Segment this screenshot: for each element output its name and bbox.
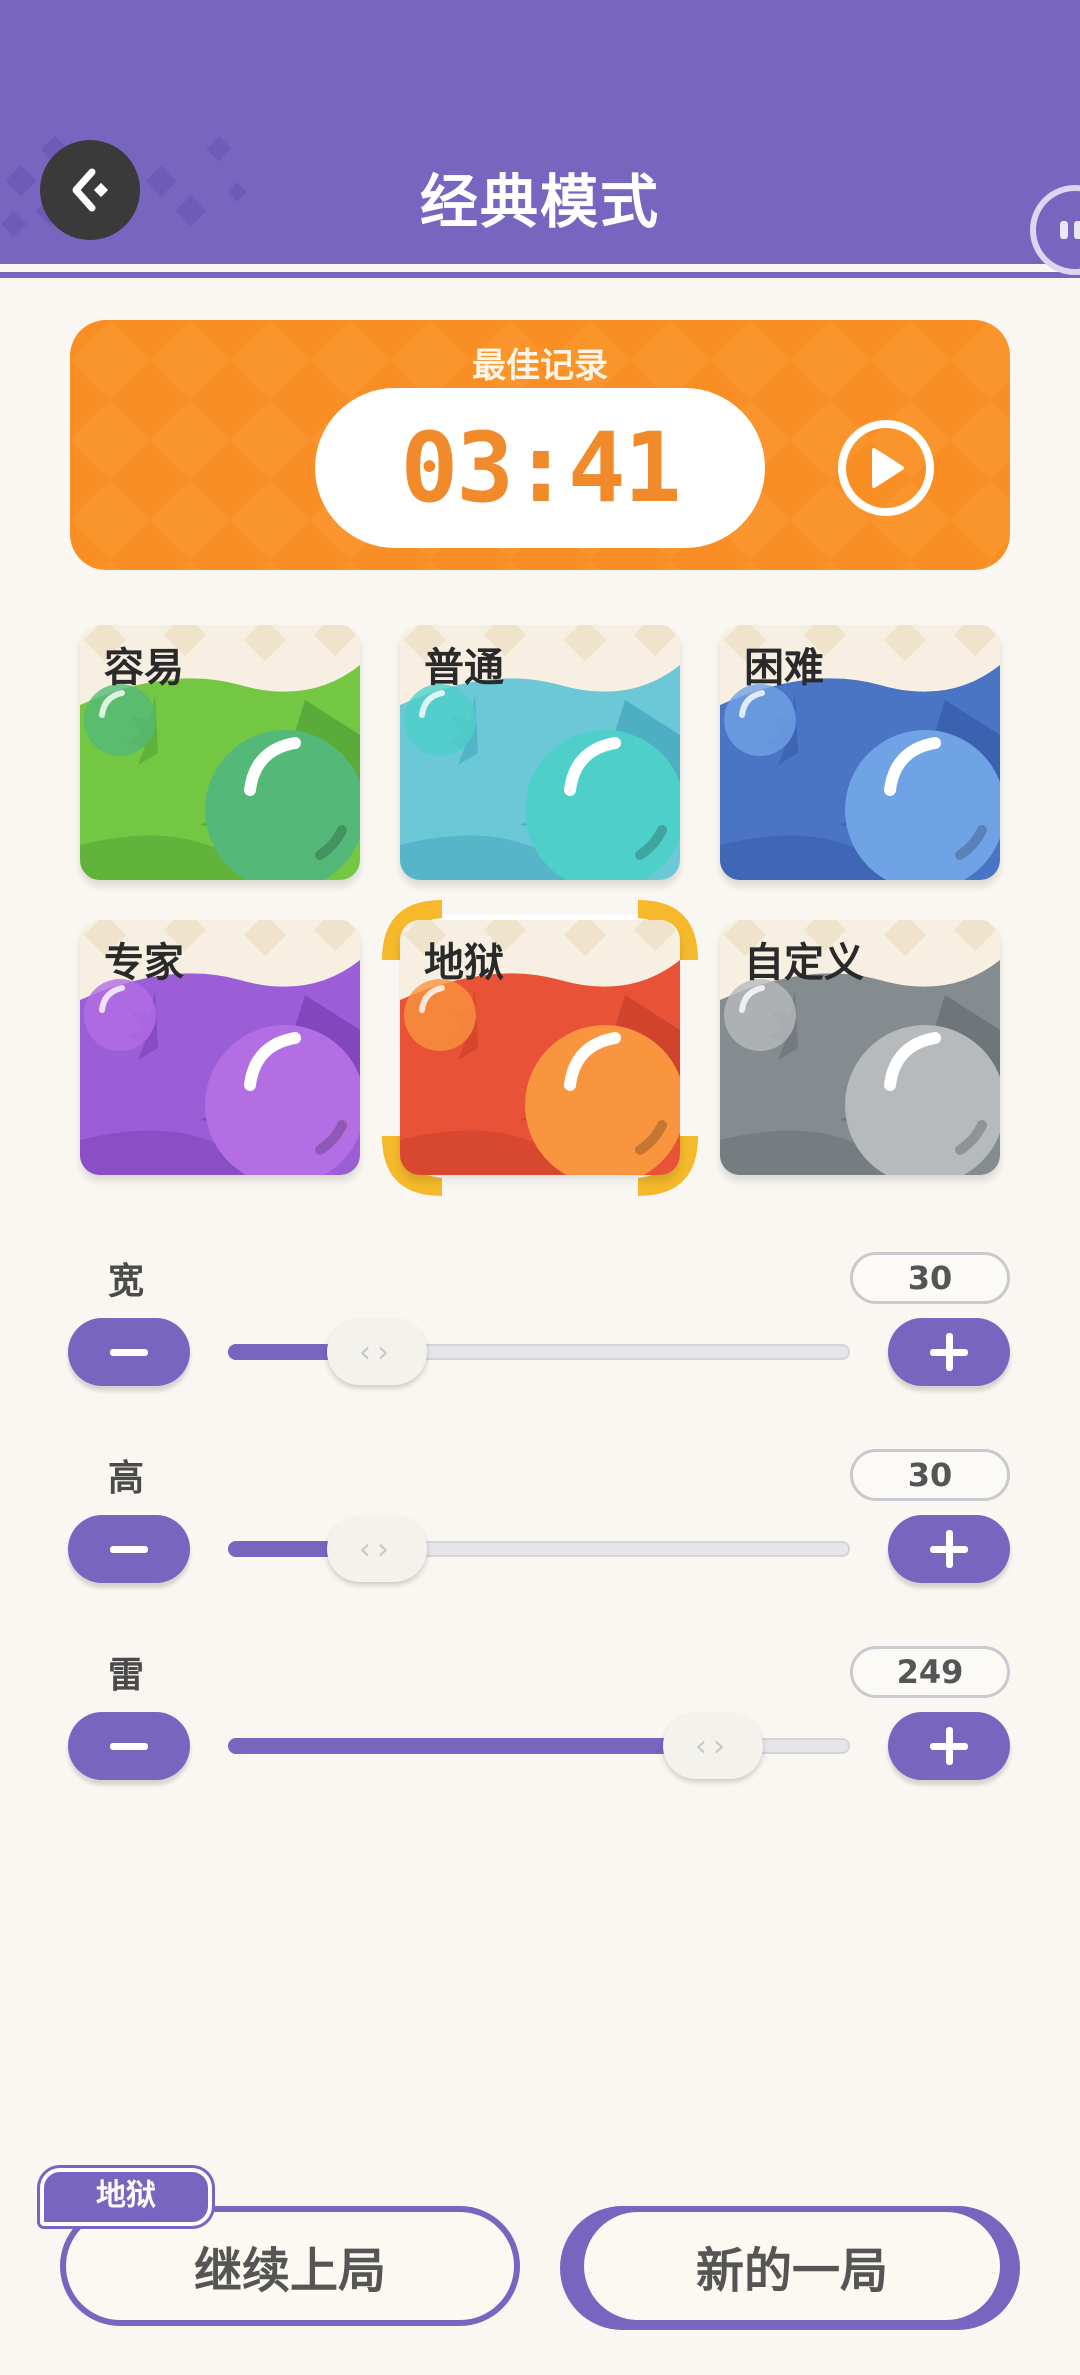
mines-decrease-button[interactable] [68, 1712, 190, 1780]
difficulty-label: 专家 [104, 940, 184, 986]
record-time: 03:41 [400, 412, 682, 524]
header-divider-accent [0, 272, 1080, 278]
new-game-button[interactable]: 新的一局 [560, 2206, 1020, 2330]
difficulty-card[interactable]: 困难 [720, 625, 1000, 880]
difficulty-label: 自定义 [744, 940, 864, 986]
width-label: 宽 [108, 1261, 145, 1302]
mines-label: 雷 [108, 1655, 145, 1696]
best-record-panel: 最佳记录 03:41 [70, 320, 1010, 570]
mines-value[interactable]: 249 [850, 1646, 1010, 1698]
height-slider-thumb[interactable]: ‹› [327, 1516, 427, 1582]
height-decrease-button[interactable] [68, 1515, 190, 1583]
width-slider-track[interactable] [228, 1344, 850, 1360]
mines-increase-button[interactable] [888, 1712, 1010, 1780]
difficulty-label: 困难 [744, 645, 824, 691]
mines-slider-fill [228, 1738, 713, 1754]
width-value[interactable]: 30 [850, 1252, 1010, 1304]
minus-icon [110, 1742, 148, 1750]
width-increase-button[interactable] [888, 1318, 1010, 1386]
last-game-mode-tag: 地狱 [40, 2168, 212, 2226]
header-divider [0, 264, 1080, 272]
play-icon [872, 448, 904, 488]
difficulty-label: 地狱 [424, 940, 504, 986]
page-title: 经典模式 [419, 168, 660, 236]
record-time-box: 03:41 [315, 388, 765, 548]
replay-button[interactable] [838, 420, 934, 516]
height-value[interactable]: 30 [850, 1449, 1010, 1501]
mines-slider-thumb[interactable]: ‹› [663, 1713, 763, 1779]
width-slider-thumb[interactable]: ‹› [327, 1319, 427, 1385]
minus-icon [110, 1348, 148, 1356]
record-label: 最佳记录 [472, 346, 608, 386]
difficulty-card[interactable]: 自定义 [720, 920, 1000, 1175]
height-increase-button[interactable] [888, 1515, 1010, 1583]
height-slider-track[interactable] [228, 1541, 850, 1557]
difficulty-card[interactable]: 地狱 [400, 920, 680, 1175]
difficulty-card[interactable]: 专家 [80, 920, 360, 1175]
new-game-label: 新的一局 [584, 2212, 1000, 2320]
difficulty-card[interactable]: 容易 [80, 625, 360, 880]
height-label: 高 [108, 1458, 145, 1499]
difficulty-label: 普通 [424, 645, 504, 691]
difficulty-label: 容易 [104, 645, 184, 691]
width-decrease-button[interactable] [68, 1318, 190, 1386]
minus-icon [110, 1545, 148, 1553]
difficulty-card[interactable]: 普通 [400, 625, 680, 880]
pause-icon [1060, 221, 1068, 239]
